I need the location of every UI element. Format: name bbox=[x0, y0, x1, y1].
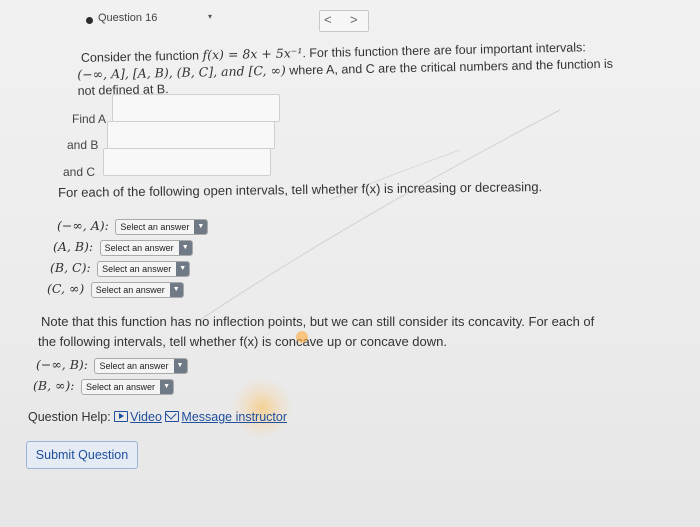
help-label: Question Help: bbox=[28, 410, 111, 424]
envelope-icon bbox=[165, 411, 180, 422]
inc-row-4: (C, ∞) Select an answer ▼ bbox=[47, 281, 184, 298]
inc-select-1[interactable]: Select an answer ▼ bbox=[115, 218, 209, 235]
b-input[interactable] bbox=[107, 121, 275, 149]
question-nav: < > bbox=[319, 10, 369, 32]
inc-select-4[interactable]: Select an answer ▼ bbox=[90, 281, 184, 298]
and-b-label: and B bbox=[67, 138, 99, 152]
concavity-line-2: the following intervals, tell whether f(… bbox=[38, 334, 447, 349]
cc-row-1: (−∞, B): Select an answer ▼ bbox=[36, 357, 188, 374]
question-header: Question 16 ▾ < > bbox=[86, 10, 369, 32]
inc-row-3: (B, C): Select an answer ▼ bbox=[50, 260, 191, 277]
inc-select-3-value: Select an answer bbox=[102, 263, 172, 274]
video-icon bbox=[114, 411, 129, 422]
cc-select-2[interactable]: Select an answer ▼ bbox=[81, 378, 175, 395]
function-expression: f(x) = 8x + 5x⁻¹ bbox=[202, 45, 303, 63]
cc-interval-2: (B, ∞): bbox=[33, 378, 75, 393]
dropdown-arrow-icon: ▼ bbox=[169, 282, 183, 297]
intro-line-1-prefix: Consider the function bbox=[80, 48, 203, 65]
screen-glare bbox=[232, 378, 292, 438]
cc-select-2-value: Select an answer bbox=[86, 381, 156, 392]
inc-row-2: (A, B): Select an answer ▼ bbox=[53, 239, 193, 256]
inc-select-2[interactable]: Select an answer ▼ bbox=[99, 239, 193, 256]
question-status-dot bbox=[86, 17, 93, 24]
dropdown-arrow-icon: ▼ bbox=[178, 240, 192, 255]
c-input[interactable] bbox=[103, 148, 271, 176]
submit-question-button[interactable]: Submit Question bbox=[26, 441, 138, 469]
inc-select-2-value: Select an answer bbox=[104, 242, 174, 253]
prev-question-button[interactable]: < bbox=[324, 12, 332, 27]
question-help: Question Help: Video Message instructor bbox=[28, 410, 287, 424]
cc-row-2: (B, ∞): Select an answer ▼ bbox=[33, 378, 175, 395]
question-title: Question 16 bbox=[98, 12, 158, 24]
cc-interval-1: (−∞, B): bbox=[36, 357, 88, 372]
inc-interval-2: (A, B): bbox=[53, 239, 94, 254]
inc-interval-4: (C, ∞) bbox=[47, 281, 85, 296]
video-link-label: Video bbox=[130, 410, 162, 424]
dropdown-arrow-icon: ▼ bbox=[160, 379, 174, 394]
inc-select-1-value: Select an answer bbox=[120, 221, 190, 232]
message-instructor-link[interactable]: Message instructor bbox=[165, 410, 287, 424]
dropdown-arrow-icon: ▼ bbox=[194, 219, 208, 234]
cc-select-1-value: Select an answer bbox=[99, 360, 169, 371]
question-page: Question 16 ▾ < > Consider the function … bbox=[0, 0, 700, 527]
concavity-line-1: Note that this function has no inflectio… bbox=[41, 314, 595, 329]
intervals-expression: (−∞, A], [A, B), (B, C], and [C, ∞) bbox=[77, 62, 286, 82]
and-c-label: and C bbox=[63, 165, 96, 179]
inc-select-4-value: Select an answer bbox=[95, 284, 165, 295]
inc-interval-1: (−∞, A): bbox=[57, 218, 109, 233]
dropdown-arrow-icon: ▼ bbox=[173, 358, 187, 373]
message-link-label: Message instructor bbox=[181, 410, 288, 424]
next-question-button[interactable]: > bbox=[350, 12, 358, 27]
inc-row-1: (−∞, A): Select an answer ▼ bbox=[57, 218, 209, 235]
question-dropdown-icon[interactable]: ▾ bbox=[208, 12, 212, 21]
inc-select-3[interactable]: Select an answer ▼ bbox=[97, 260, 191, 277]
a-input[interactable] bbox=[112, 94, 280, 122]
video-link[interactable]: Video bbox=[114, 410, 162, 424]
cc-select-1[interactable]: Select an answer ▼ bbox=[94, 357, 188, 374]
find-a-label: Find A bbox=[72, 112, 107, 126]
cursor-highlight bbox=[296, 331, 308, 343]
inc-interval-3: (B, C): bbox=[50, 260, 91, 275]
dropdown-arrow-icon: ▼ bbox=[176, 261, 190, 276]
